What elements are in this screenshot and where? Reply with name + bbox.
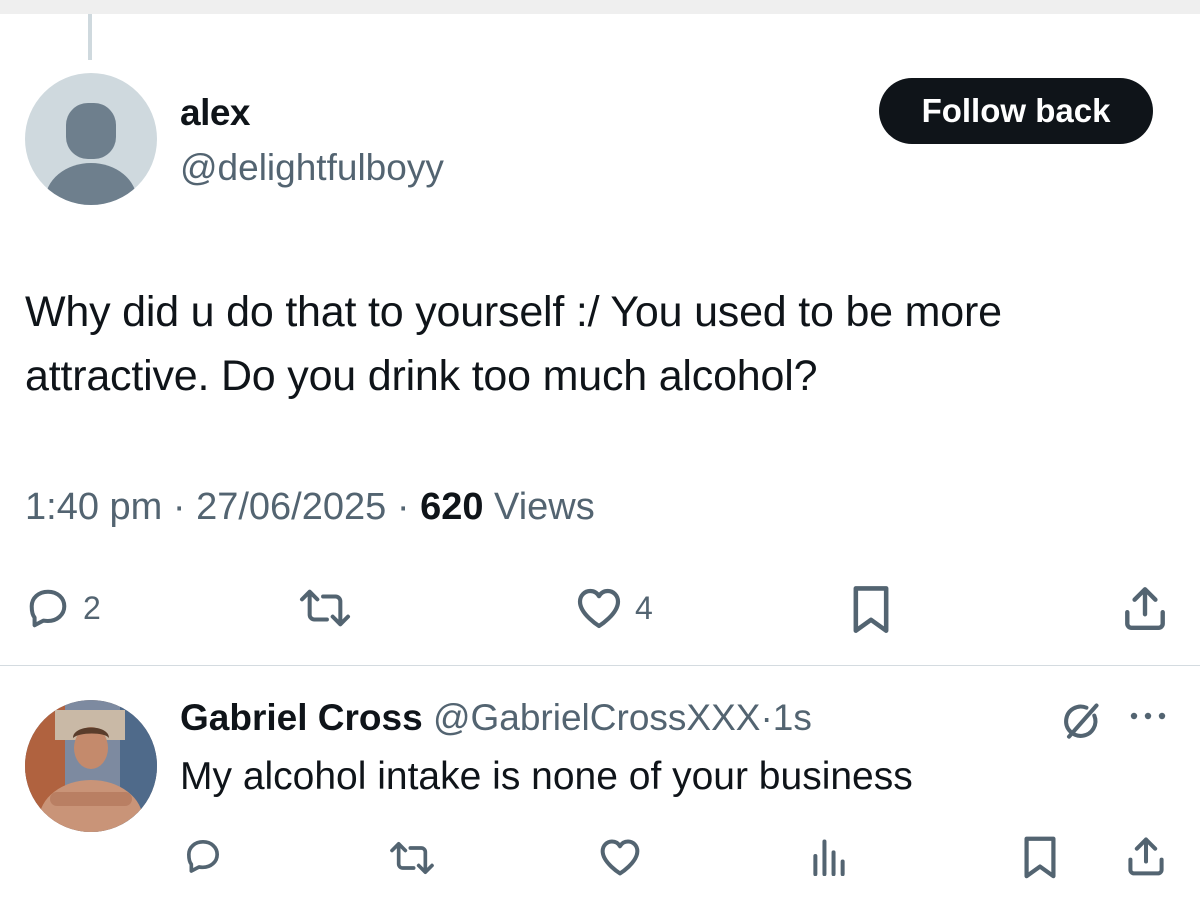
default-avatar-icon	[45, 103, 137, 205]
reply-avatar-photo	[25, 700, 157, 832]
reply-retweet-button[interactable]	[386, 838, 438, 878]
more-icon[interactable]	[1127, 706, 1169, 731]
retweet-button[interactable]	[295, 585, 355, 631]
analytics-icon	[813, 839, 845, 876]
thread-connector-line	[88, 14, 92, 60]
reply-author-name[interactable]: Gabriel Cross	[180, 697, 423, 738]
like-button[interactable]: 4	[575, 585, 653, 631]
avatar[interactable]	[25, 73, 157, 205]
views-count: 620	[420, 486, 484, 528]
reply-icon	[29, 589, 67, 628]
reply-header: Gabriel Cross @GabrielCrossXXX·1s	[180, 697, 812, 739]
grok-icon[interactable]	[1058, 700, 1102, 749]
bookmark-icon	[853, 586, 889, 633]
meta-separator: ·	[172, 486, 186, 528]
share-icon	[1125, 587, 1165, 630]
reply-bookmark-button[interactable]	[1020, 834, 1060, 880]
reply-reply-button[interactable]	[183, 836, 223, 876]
follow-back-button[interactable]: Follow back	[879, 78, 1153, 144]
divider	[0, 665, 1200, 666]
author-handle[interactable]: @delightfulboyy	[180, 147, 444, 189]
bookmark-icon	[1024, 836, 1056, 879]
tweet-time[interactable]: 1:40 pm	[25, 486, 162, 528]
reply-views-button[interactable]	[810, 836, 848, 876]
retweet-icon	[299, 589, 351, 627]
reply-count: 2	[83, 589, 101, 626]
reply-separator: ·	[760, 697, 773, 738]
share-icon	[1128, 837, 1164, 876]
reply-timestamp[interactable]: 1s	[773, 697, 812, 738]
tweet-text: Why did u do that to yourself :/ You use…	[25, 288, 1002, 400]
heart-icon	[577, 588, 621, 629]
reply-author-handle[interactable]: @GabrielCrossXXX	[433, 697, 761, 738]
tweet-meta: 1:40 pm · 27/06/2025 · 620 Views	[25, 486, 595, 529]
meta-separator: ·	[396, 486, 410, 528]
reply-button[interactable]: 2	[25, 585, 101, 631]
author-display-name[interactable]: alex	[180, 92, 251, 134]
reply-text: My alcohol intake is none of your busine…	[180, 755, 913, 798]
bookmark-button[interactable]	[848, 583, 894, 635]
like-count: 4	[635, 589, 653, 626]
reply-avatar[interactable]	[25, 700, 157, 832]
tweet-date[interactable]: 27/06/2025	[196, 486, 386, 528]
heart-icon	[600, 839, 640, 876]
reply-icon	[187, 840, 220, 873]
share-button[interactable]	[1120, 583, 1170, 633]
views-label: Views	[494, 486, 595, 528]
tweet-detail-page: alex @delightfulboyy Follow back Why did…	[0, 0, 1200, 920]
reply-like-button[interactable]	[598, 836, 642, 878]
reply-share-button[interactable]	[1124, 834, 1168, 878]
retweet-icon	[390, 842, 434, 874]
top-strip	[0, 0, 1200, 14]
